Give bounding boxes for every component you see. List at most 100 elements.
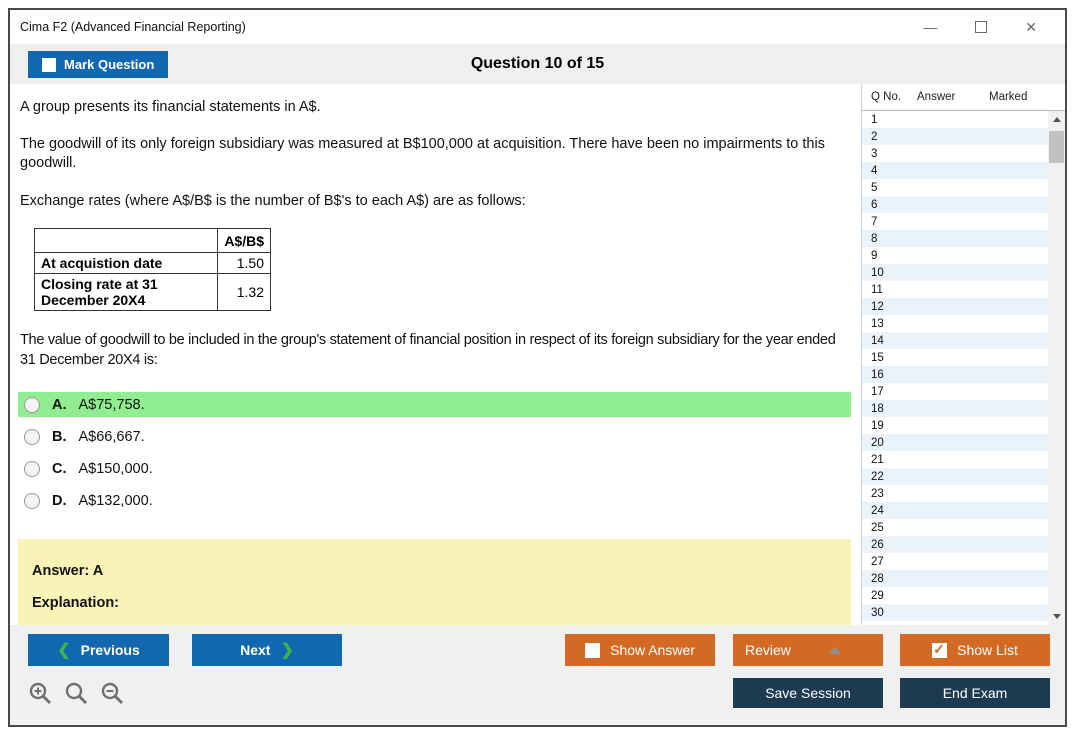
answer-label: Answer: A xyxy=(32,563,104,580)
question-list-row[interactable]: 17 xyxy=(862,383,1048,400)
question-list-row[interactable]: 25 xyxy=(862,519,1048,536)
zoom-reset-icon[interactable] xyxy=(64,681,90,707)
question-list-row[interactable]: 2 xyxy=(862,128,1048,145)
footer-bar: ❮ Previous Next ❯ Show Answer Review Sho… xyxy=(10,625,1065,725)
answer-options: A. A$75,758. B. A$66,667. C. A$150,000. … xyxy=(18,392,851,513)
question-list-row[interactable]: 12 xyxy=(862,298,1048,315)
scroll-up-icon[interactable] xyxy=(1048,111,1065,128)
question-list-body: 1 2 3 4 5 6 7 8 9 10 11 12 13 14 15 16 17 18 19 20 21 22 23 24 2… xyxy=(862,110,1065,625)
question-list-row[interactable]: 10 xyxy=(862,264,1048,281)
table-cell-label: Closing rate at 31 December 20X4 xyxy=(34,273,218,312)
question-list-sidebar: Q No. Answer Marked 1 2 3 4 5 6 7 8 9 10 11 12 13 14 1… xyxy=(861,84,1065,625)
question-list-row[interactable]: 21 xyxy=(862,451,1048,468)
column-header-answer: Answer xyxy=(917,91,956,103)
close-icon[interactable]: ✕ xyxy=(1025,20,1037,34)
column-header-marked: Marked xyxy=(989,91,1028,103)
show-list-label: Show List xyxy=(957,642,1018,658)
question-list-row[interactable]: 29 xyxy=(862,587,1048,604)
end-exam-label: End Exam xyxy=(942,685,1008,701)
question-list-row[interactable]: 9 xyxy=(862,247,1048,264)
question-list-row[interactable]: 26 xyxy=(862,536,1048,553)
exchange-rate-table: A$/B$ At acquistion date 1.50 Closing ra… xyxy=(34,228,271,312)
mark-question-button[interactable]: Mark Question xyxy=(28,51,169,78)
question-list-row[interactable]: 27 xyxy=(862,553,1048,570)
review-button[interactable]: Review xyxy=(733,634,883,666)
window-title: Cima F2 (Advanced Financial Reporting) xyxy=(20,20,246,34)
option-letter: A. xyxy=(52,396,67,413)
question-list-row[interactable]: 15 xyxy=(862,349,1048,366)
table-row: At acquistion date 1.50 xyxy=(34,252,271,275)
column-header-qno: Q No. xyxy=(871,91,902,103)
table-cell-value: 1.50 xyxy=(217,252,271,275)
option-text: A$75,758. xyxy=(78,396,145,413)
zoom-out-icon[interactable] xyxy=(100,681,126,707)
question-panel: A group presents its financial statement… xyxy=(10,84,861,625)
show-answer-checkbox[interactable] xyxy=(585,642,601,658)
question-list-row[interactable]: 19 xyxy=(862,417,1048,434)
question-list-row[interactable]: 13 xyxy=(862,315,1048,332)
scroll-down-icon[interactable] xyxy=(1048,608,1065,625)
question-list-row[interactable]: 3 xyxy=(862,145,1048,162)
question-list-row[interactable]: 7 xyxy=(862,213,1048,230)
table-cell-value: 1.32 xyxy=(217,273,271,312)
minimize-icon[interactable]: — xyxy=(923,20,937,34)
radio-button-d[interactable] xyxy=(24,492,40,509)
show-list-button[interactable]: Show List xyxy=(900,634,1050,666)
radio-button-b[interactable] xyxy=(24,428,40,445)
table-cell-label: At acquistion date xyxy=(34,252,218,275)
zoom-toolbar xyxy=(28,681,126,707)
app-window: Cima F2 (Advanced Financial Reporting) —… xyxy=(8,8,1067,727)
question-list-scrollbar[interactable] xyxy=(1048,111,1065,625)
question-list-row[interactable]: 23 xyxy=(862,485,1048,502)
question-list-row[interactable]: 5 xyxy=(862,179,1048,196)
answer-explanation-panel: Answer: A Explanation: xyxy=(18,539,851,625)
next-button[interactable]: Next ❯ xyxy=(192,634,342,666)
explanation-label: Explanation: xyxy=(32,595,120,612)
show-list-checkbox[interactable] xyxy=(932,641,948,658)
save-session-label: Save Session xyxy=(765,685,851,701)
option-row-b[interactable]: B. A$66,667. xyxy=(18,424,851,449)
option-text: A$150,000. xyxy=(78,460,153,477)
question-list-row[interactable]: 16 xyxy=(862,366,1048,383)
question-list-header: Q No. Answer Marked xyxy=(862,84,1065,110)
chevron-right-icon: ❯ xyxy=(280,642,294,659)
option-row-d[interactable]: D. A$132,000. xyxy=(18,488,851,513)
zoom-in-icon[interactable] xyxy=(28,681,54,707)
option-row-c[interactable]: C. A$150,000. xyxy=(18,456,851,481)
question-list-row[interactable]: 24 xyxy=(862,502,1048,519)
end-exam-button[interactable]: End Exam xyxy=(900,678,1050,708)
question-list-row[interactable]: 1 xyxy=(862,111,1048,128)
mark-question-checkbox[interactable] xyxy=(42,57,56,72)
question-list-row[interactable]: 30 xyxy=(862,604,1048,621)
show-answer-label: Show Answer xyxy=(610,642,695,658)
header-band: Mark Question Question 10 of 15 xyxy=(10,44,1065,84)
radio-button-c[interactable] xyxy=(24,460,40,477)
previous-button[interactable]: ❮ Previous xyxy=(28,634,169,666)
table-header-empty xyxy=(34,228,218,254)
option-text: A$132,000. xyxy=(78,492,153,509)
window-controls: — ✕ xyxy=(923,20,1055,34)
radio-button-a[interactable] xyxy=(24,396,40,413)
question-list-row[interactable]: 20 xyxy=(862,434,1048,451)
previous-label: Previous xyxy=(80,642,140,658)
question-list-row[interactable]: 22 xyxy=(862,468,1048,485)
question-paragraph: Exchange rates (where A$/B$ is the numbe… xyxy=(20,192,526,209)
scrollbar-thumb[interactable] xyxy=(1049,131,1064,163)
option-letter: B. xyxy=(52,428,67,445)
question-list-row[interactable]: 18 xyxy=(862,400,1048,417)
question-list-row[interactable]: 6 xyxy=(862,196,1048,213)
maximize-icon[interactable] xyxy=(975,21,988,33)
question-list: 1 2 3 4 5 6 7 8 9 10 11 12 13 14 15 16 17 18 19 20 21 22 23 24 2… xyxy=(862,111,1048,625)
option-letter: C. xyxy=(52,460,67,477)
question-list-row[interactable]: 28 xyxy=(862,570,1048,587)
save-session-button[interactable]: Save Session xyxy=(733,678,883,708)
question-list-row[interactable]: 8 xyxy=(862,230,1048,247)
question-list-row[interactable]: 11 xyxy=(862,281,1048,298)
question-list-row[interactable]: 4 xyxy=(862,162,1048,179)
title-bar: Cima F2 (Advanced Financial Reporting) —… xyxy=(10,10,1065,44)
option-row-a[interactable]: A. A$75,758. xyxy=(18,392,851,418)
show-answer-button[interactable]: Show Answer xyxy=(565,634,715,666)
question-list-row[interactable]: 14 xyxy=(862,332,1048,349)
review-label: Review xyxy=(745,642,791,658)
next-label: Next xyxy=(240,642,271,658)
